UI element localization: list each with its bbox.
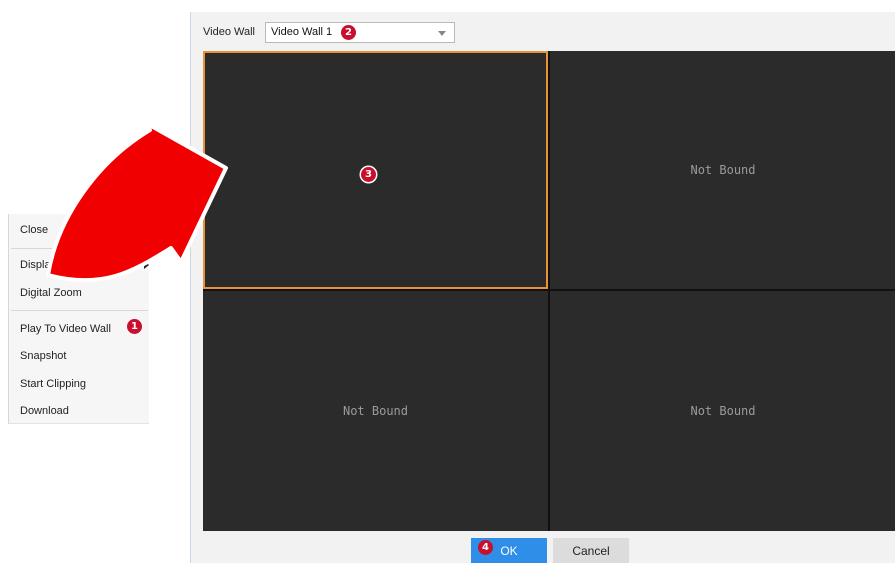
step-badge-3: 3 <box>361 167 376 182</box>
wall-window-4[interactable]: Not Bound <box>550 291 895 531</box>
video-wall-select-value: Video Wall 1 <box>271 26 333 38</box>
wall-window-3-status: Not Bound <box>342 404 409 418</box>
menu-item-download[interactable]: Download <box>20 405 69 417</box>
context-menu: Close Display Ratio Digital Zoom Play To… <box>8 214 149 424</box>
menu-item-close[interactable]: Close <box>20 224 48 236</box>
wall-window-4-status: Not Bound <box>690 404 756 418</box>
menu-separator <box>11 310 148 311</box>
menu-item-display-ratio[interactable]: Display Ratio <box>20 259 85 271</box>
chevron-down-icon <box>438 31 446 36</box>
step-badge-1: 1 <box>127 319 142 334</box>
video-wall-label: Video Wall <box>203 26 255 38</box>
grid-divider-horizontal <box>203 289 895 291</box>
play-to-video-wall-dialog: Video Wall Video Wall 1 Not Bound Not Bo… <box>190 12 895 563</box>
menu-item-snapshot[interactable]: Snapshot <box>20 350 66 362</box>
chevron-right-icon <box>144 261 149 269</box>
wall-window-3[interactable]: Not Bound <box>203 291 548 531</box>
video-wall-grid: Not Bound Not Bound Not Bound <box>203 51 895 531</box>
menu-item-start-clipping[interactable]: Start Clipping <box>20 378 86 390</box>
step-badge-4: 4 <box>478 540 493 555</box>
wall-window-2[interactable]: Not Bound <box>550 51 895 289</box>
step-badge-2: 2 <box>341 25 356 40</box>
grid-divider-vertical <box>548 51 550 531</box>
menu-separator <box>11 248 148 249</box>
wall-window-1[interactable] <box>203 51 548 289</box>
video-wall-select[interactable]: Video Wall 1 <box>265 22 455 43</box>
menu-item-digital-zoom[interactable]: Digital Zoom <box>20 287 82 299</box>
cancel-button[interactable]: Cancel <box>553 538 629 563</box>
wall-window-2-status: Not Bound <box>690 163 756 177</box>
menu-item-play-to-video-wall[interactable]: Play To Video Wall <box>20 323 111 335</box>
